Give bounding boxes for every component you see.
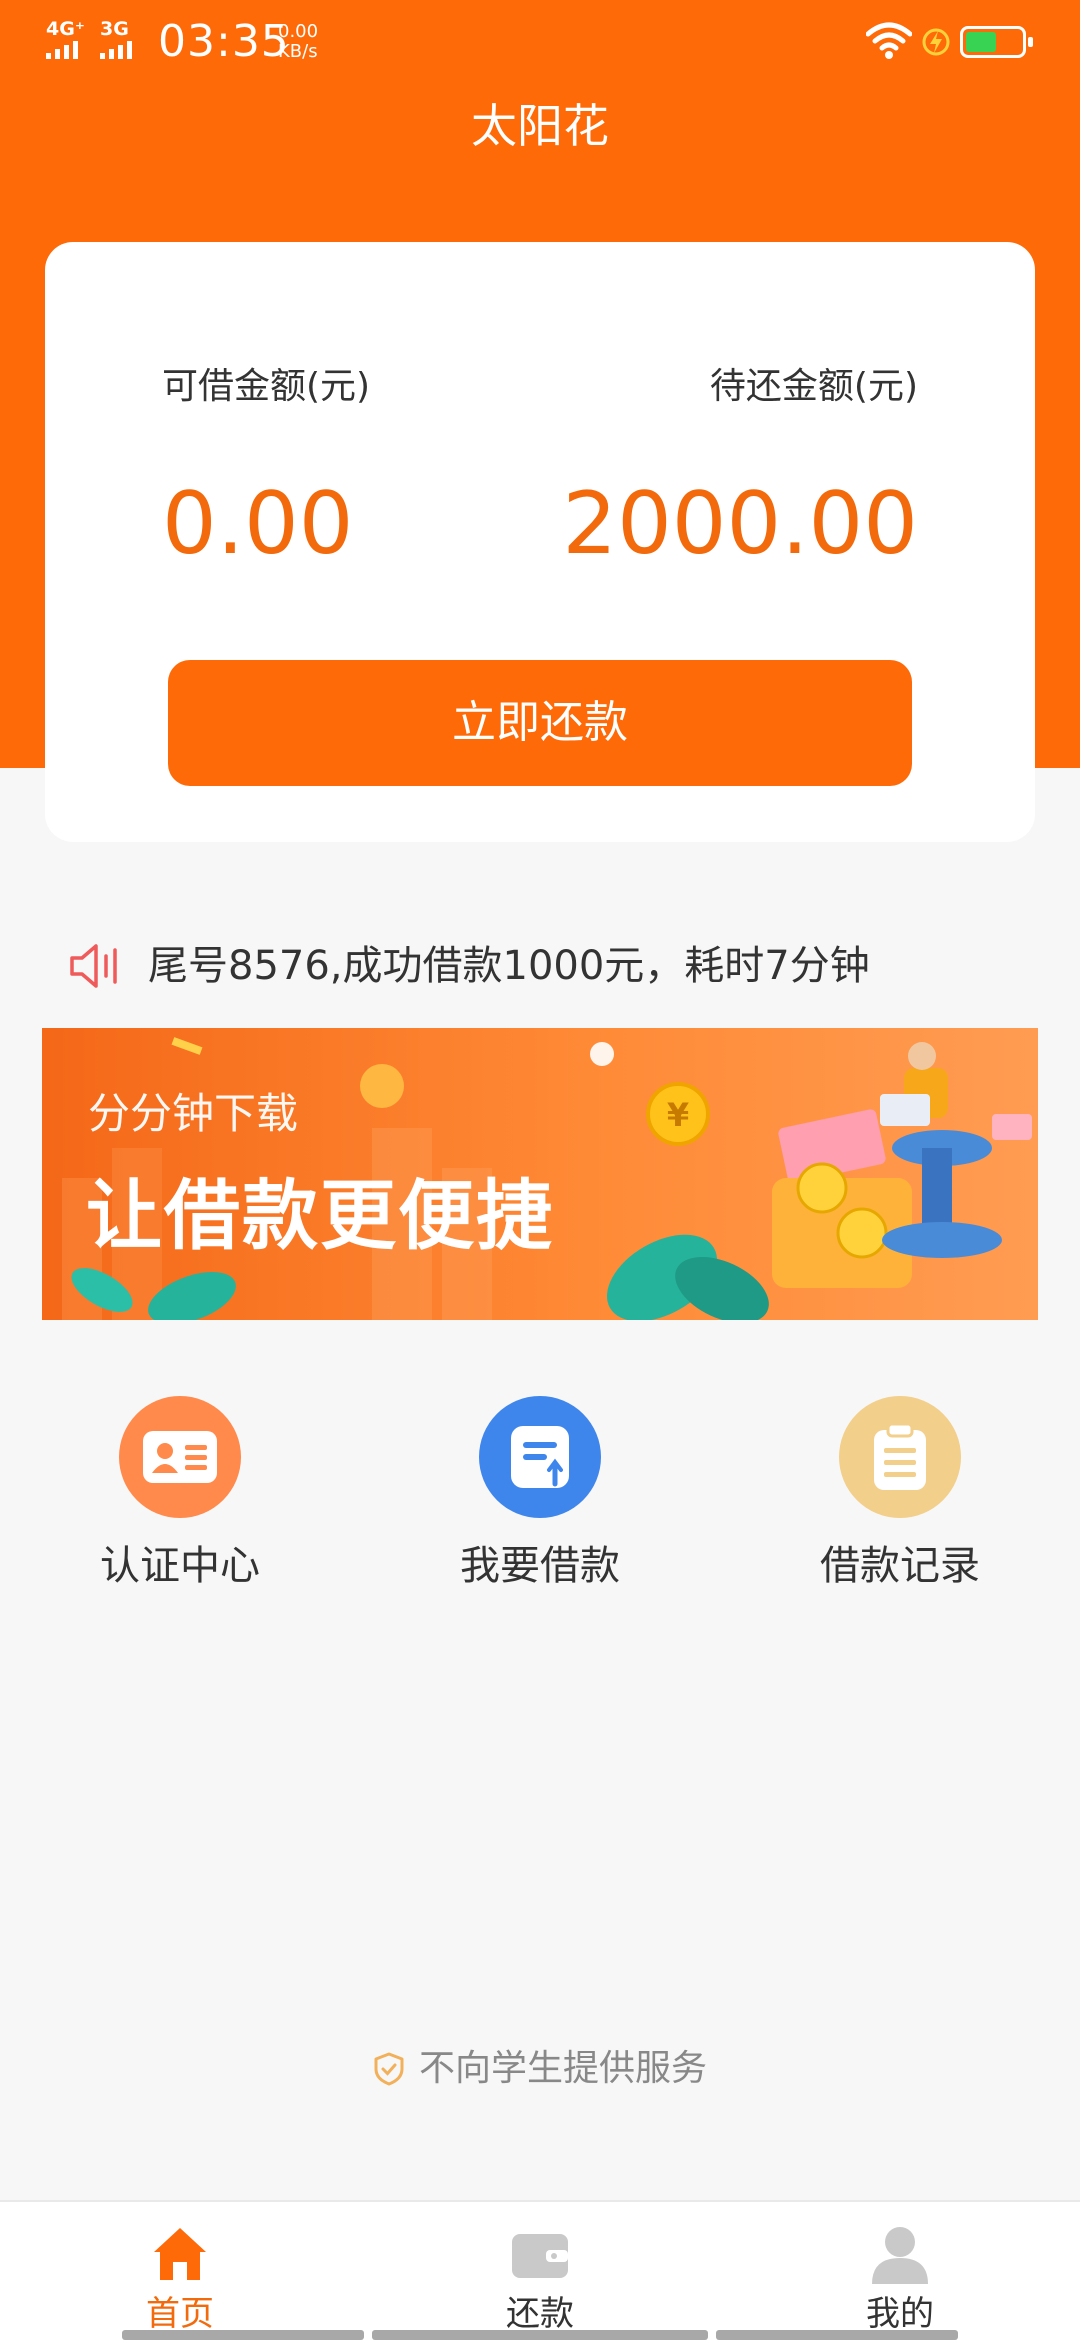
- available-amount-value: 0.00: [162, 474, 354, 574]
- apply-loan-label: 我要借款: [460, 1543, 620, 1589]
- status-time: 03:35: [158, 16, 290, 67]
- loan-notice: 尾号8576,成功借款1000元，耗时7分钟: [66, 934, 870, 998]
- system-nav-home[interactable]: [372, 2330, 708, 2340]
- bottom-tab-bar: 首页 还款 我的: [0, 2200, 1080, 2340]
- user-icon: [872, 2227, 928, 2284]
- available-amount-label: 可借金额(元): [162, 366, 371, 407]
- page-title: 太阳花: [471, 99, 609, 153]
- tab-repay[interactable]: 还款: [440, 2222, 640, 2336]
- battery-level: [966, 32, 996, 52]
- network-type-1: 4G⁺: [46, 18, 85, 40]
- pending-amount-value: 2000.00: [562, 474, 918, 574]
- status-bar: 4G⁺ 3G 03:35 0.00 KB/s: [0, 0, 1080, 84]
- home-icon: [154, 2228, 206, 2280]
- svg-text:¥: ¥: [667, 1096, 689, 1134]
- banner-headline: 让借款更便捷: [86, 1171, 554, 1260]
- network-speed-unit: KB/s: [278, 41, 318, 62]
- signal-4g: 4G⁺: [46, 20, 85, 59]
- repay-now-button[interactable]: 立即还款: [168, 660, 912, 786]
- student-notice: 不向学生提供服务: [0, 2042, 1080, 2096]
- loan-form-icon: [479, 1396, 601, 1518]
- signal-bars-icon: [100, 41, 132, 59]
- battery-icon: [960, 26, 1033, 58]
- loan-records-button[interactable]: 借款记录: [750, 1396, 1050, 1594]
- wifi-icon: [866, 22, 912, 59]
- wallet-icon: [512, 2234, 568, 2278]
- auth-center-label: 认证中心: [100, 1543, 260, 1589]
- apply-loan-button[interactable]: 我要借款: [390, 1396, 690, 1594]
- id-card-icon: [119, 1396, 241, 1518]
- tab-mine[interactable]: 我的: [800, 2222, 1000, 2336]
- network-type-2: 3G: [100, 18, 129, 40]
- charging-icon: [922, 28, 950, 56]
- auth-center-button[interactable]: 认证中心: [30, 1396, 330, 1594]
- notice-text: 尾号8576,成功借款1000元，耗时7分钟: [148, 943, 870, 989]
- signal-3g: 3G: [100, 20, 132, 59]
- network-speed: 0.00 KB/s: [278, 22, 318, 62]
- pending-amount-label: 待还金额(元): [709, 366, 918, 407]
- shield-check-icon: [374, 2052, 404, 2086]
- clipboard-icon: [839, 1396, 961, 1518]
- signal-bars-icon: [46, 41, 85, 59]
- banner-subtitle: 分分钟下载: [88, 1089, 299, 1138]
- loan-summary-card: 可借金额(元) 待还金额(元) 0.00 2000.00 立即还款: [45, 242, 1035, 842]
- tab-home[interactable]: 首页: [80, 2222, 280, 2336]
- loan-records-label: 借款记录: [820, 1543, 980, 1589]
- system-nav-back[interactable]: [122, 2330, 364, 2340]
- promo-banner[interactable]: ¥ 分分钟下载 让借款更便捷: [42, 1028, 1038, 1320]
- student-notice-text: 不向学生提供服务: [418, 2048, 707, 2089]
- network-speed-value: 0.00: [278, 21, 319, 42]
- speaker-icon: [70, 944, 117, 988]
- system-nav-recents[interactable]: [716, 2330, 958, 2340]
